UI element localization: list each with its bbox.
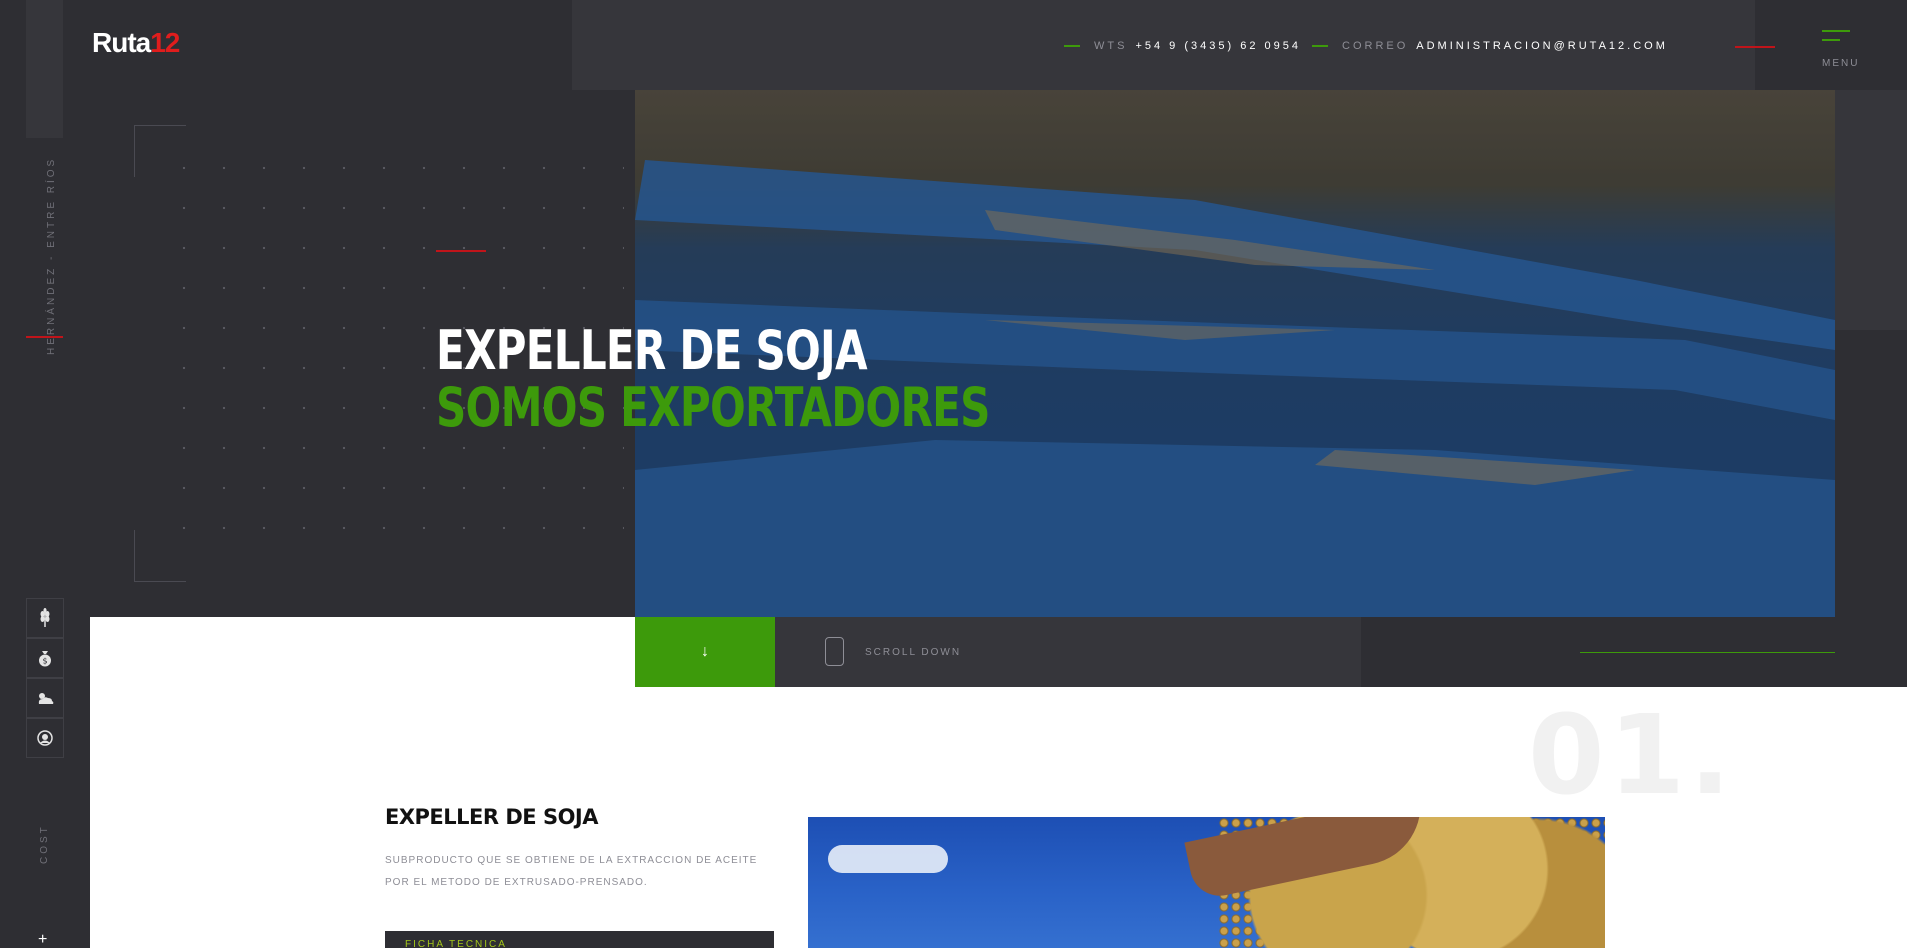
cloud-shape [828, 845, 948, 873]
corner-bracket-bottom [134, 530, 186, 582]
plus-icon[interactable]: + [38, 932, 47, 948]
progress-line [1580, 652, 1835, 653]
corner-bracket-top [134, 125, 186, 177]
mouse-icon [825, 637, 844, 666]
user-icon[interactable] [26, 718, 64, 758]
rail-strip [26, 0, 63, 138]
whatsapp-label: WTS [1094, 40, 1128, 52]
section-description: SUBPRODUCTO QUE SE OBTIENE DE LA EXTRACC… [385, 855, 758, 888]
tech-sheet-button[interactable]: FICHA TECNICA [385, 931, 774, 948]
logo-text: Ruta [92, 27, 151, 58]
svg-text:$: $ [42, 657, 47, 666]
wheat-icon[interactable] [26, 598, 64, 638]
email-contact[interactable]: CORREO ADMINISTRACION@RUTA12.COM [1312, 40, 1668, 52]
arrow-down-icon: ↓ [701, 643, 709, 660]
red-accent-line [1735, 46, 1775, 48]
scroll-down-label: SCROLL DOWN [865, 647, 962, 658]
whatsapp-number[interactable]: +54 9 (3435) 62 0954 [1135, 40, 1301, 52]
green-dash [1064, 45, 1080, 47]
whatsapp-contact[interactable]: WTS +54 9 (3435) 62 0954 [1064, 40, 1301, 52]
scroll-indicator-bar [775, 617, 1361, 687]
scroll-down-button[interactable]: ↓ [635, 617, 775, 687]
tech-sheet-label: FICHA TECNICA [405, 939, 507, 948]
money-bag-icon[interactable]: $ [26, 638, 64, 678]
hero-title-line2: SOMOS EXPORTADORES [436, 376, 990, 439]
location-label: HERNÁNDEZ - ENTRE RÍOS [46, 156, 57, 355]
email-label: CORREO [1342, 40, 1409, 52]
hamburger-icon [1822, 30, 1850, 48]
left-rail [0, 90, 90, 948]
logo[interactable]: Ruta12 [92, 27, 180, 59]
email-address[interactable]: ADMINISTRACION@RUTA12.COM [1416, 40, 1668, 52]
hero-red-line [436, 250, 486, 252]
hero-title: EXPELLER DE SOJA SOMOS EXPORTADORES [436, 322, 990, 436]
rail-icon-list: $ [26, 598, 64, 758]
cost-label: COST [39, 824, 50, 864]
hero-title-line1: EXPELLER DE SOJA [436, 319, 868, 382]
logo-number: 12 [150, 27, 180, 58]
menu-label: MENU [1822, 58, 1860, 69]
green-dash [1312, 45, 1328, 47]
soybeans-image [808, 817, 1605, 948]
rail-red-line [26, 336, 63, 338]
weather-icon[interactable] [26, 678, 64, 718]
section-title: EXPELLER DE SOJA [385, 805, 599, 829]
menu-button[interactable]: MENU [1822, 30, 1862, 70]
section-number: 01. [1528, 691, 1735, 819]
hero-side-panel [1835, 90, 1907, 330]
